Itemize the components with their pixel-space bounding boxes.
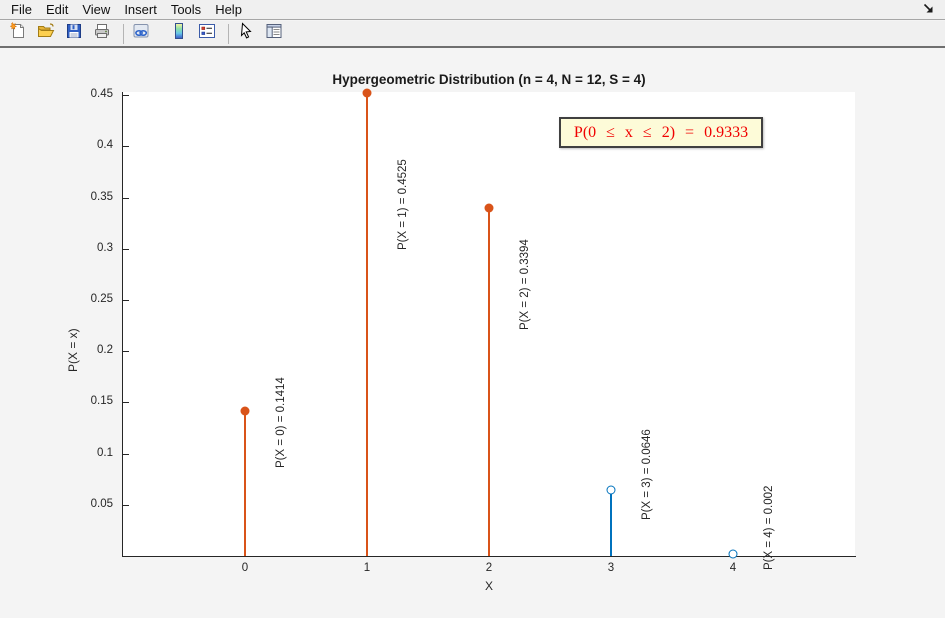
print-figure-icon bbox=[92, 21, 112, 46]
stem-value-label: P(X = 0) = 0.1414 bbox=[275, 377, 287, 468]
y-tick-label: 0.25 bbox=[61, 293, 113, 305]
edit-plot-icon bbox=[236, 21, 256, 46]
open-file-button[interactable] bbox=[34, 22, 58, 46]
x-tick-label: 1 bbox=[347, 562, 387, 574]
y-tick-label: 0.4 bbox=[61, 139, 113, 151]
print-figure-button[interactable] bbox=[90, 22, 114, 46]
link-plot-button[interactable] bbox=[129, 22, 153, 46]
insert-legend-icon bbox=[197, 21, 217, 46]
y-tick-label: 0.1 bbox=[61, 447, 113, 459]
stem-marker bbox=[729, 549, 738, 558]
save-figure-icon bbox=[64, 21, 84, 46]
x-tick-label: 4 bbox=[713, 562, 753, 574]
menu-tools[interactable]: Tools bbox=[164, 0, 208, 19]
figure-canvas: Hypergeometric Distribution (n = 4, N = … bbox=[0, 48, 945, 618]
save-figure-button[interactable] bbox=[62, 22, 86, 46]
y-tickmark bbox=[123, 249, 129, 250]
stem-value-label: P(X = 2) = 0.3394 bbox=[519, 239, 531, 330]
menu-bar: FileEditViewInsertToolsHelp bbox=[0, 0, 945, 20]
y-tick-label: 0.15 bbox=[61, 395, 113, 407]
insert-colorbar-icon bbox=[169, 21, 189, 46]
y-tickmark bbox=[123, 402, 129, 403]
stem-marker bbox=[485, 204, 494, 213]
x-axis-line bbox=[122, 556, 856, 557]
y-tick-label: 0.45 bbox=[61, 88, 113, 100]
link-plot-icon bbox=[131, 21, 151, 46]
chart-title: Hypergeometric Distribution (n = 4, N = … bbox=[123, 72, 855, 87]
insert-legend-button[interactable] bbox=[195, 22, 219, 46]
annotation-box[interactable]: P(0 ≤ x ≤ 2) = 0.9333 bbox=[559, 117, 763, 148]
open-file-icon bbox=[36, 21, 56, 46]
new-figure-button[interactable] bbox=[6, 22, 30, 46]
stem-line bbox=[610, 490, 612, 556]
y-tick-label: 0.35 bbox=[61, 191, 113, 203]
stem-marker bbox=[241, 407, 250, 416]
new-figure-icon bbox=[8, 21, 28, 46]
stem-line bbox=[366, 93, 368, 556]
menu-view[interactable]: View bbox=[75, 0, 117, 19]
property-inspector-button[interactable] bbox=[262, 22, 286, 46]
edit-plot-button[interactable] bbox=[234, 22, 258, 46]
y-tick-label: 0.3 bbox=[61, 242, 113, 254]
y-tickmark bbox=[123, 146, 129, 147]
y-tickmark bbox=[123, 454, 129, 455]
x-tick-label: 0 bbox=[225, 562, 265, 574]
stem-line bbox=[244, 411, 246, 556]
x-tick-label: 2 bbox=[469, 562, 509, 574]
annotation-text: P(0 ≤ x ≤ 2) = 0.9333 bbox=[574, 124, 748, 142]
property-inspector-icon bbox=[264, 21, 284, 46]
y-tickmark bbox=[123, 198, 129, 199]
y-axis-line bbox=[122, 92, 123, 557]
stem-value-label: P(X = 3) = 0.0646 bbox=[641, 429, 653, 520]
x-axis-label: X bbox=[469, 579, 509, 593]
toolbar bbox=[0, 21, 945, 48]
y-tickmark bbox=[123, 505, 129, 506]
stem-marker bbox=[363, 88, 372, 97]
y-tickmark bbox=[123, 351, 129, 352]
menu-insert[interactable]: Insert bbox=[117, 0, 164, 19]
menu-help[interactable]: Help bbox=[208, 0, 249, 19]
stem-marker bbox=[607, 485, 616, 494]
y-tickmark bbox=[123, 95, 129, 96]
stem-value-label: P(X = 1) = 0.4525 bbox=[397, 159, 409, 250]
dock-figure-icon[interactable] bbox=[922, 2, 936, 16]
stem-value-label: P(X = 4) = 0.002 bbox=[763, 486, 775, 570]
x-tick-label: 3 bbox=[591, 562, 631, 574]
toolbar-separator bbox=[228, 24, 229, 44]
toolbar-separator bbox=[123, 24, 124, 44]
menu-edit[interactable]: Edit bbox=[39, 0, 75, 19]
y-tick-label: 0.05 bbox=[61, 498, 113, 510]
figure-window: FileEditViewInsertToolsHelp Hypergeometr… bbox=[0, 0, 945, 618]
y-tick-label: 0.2 bbox=[61, 344, 113, 356]
stem-line bbox=[488, 208, 490, 556]
y-tickmark bbox=[123, 300, 129, 301]
insert-colorbar-button[interactable] bbox=[167, 22, 191, 46]
menu-file[interactable]: File bbox=[4, 0, 39, 19]
